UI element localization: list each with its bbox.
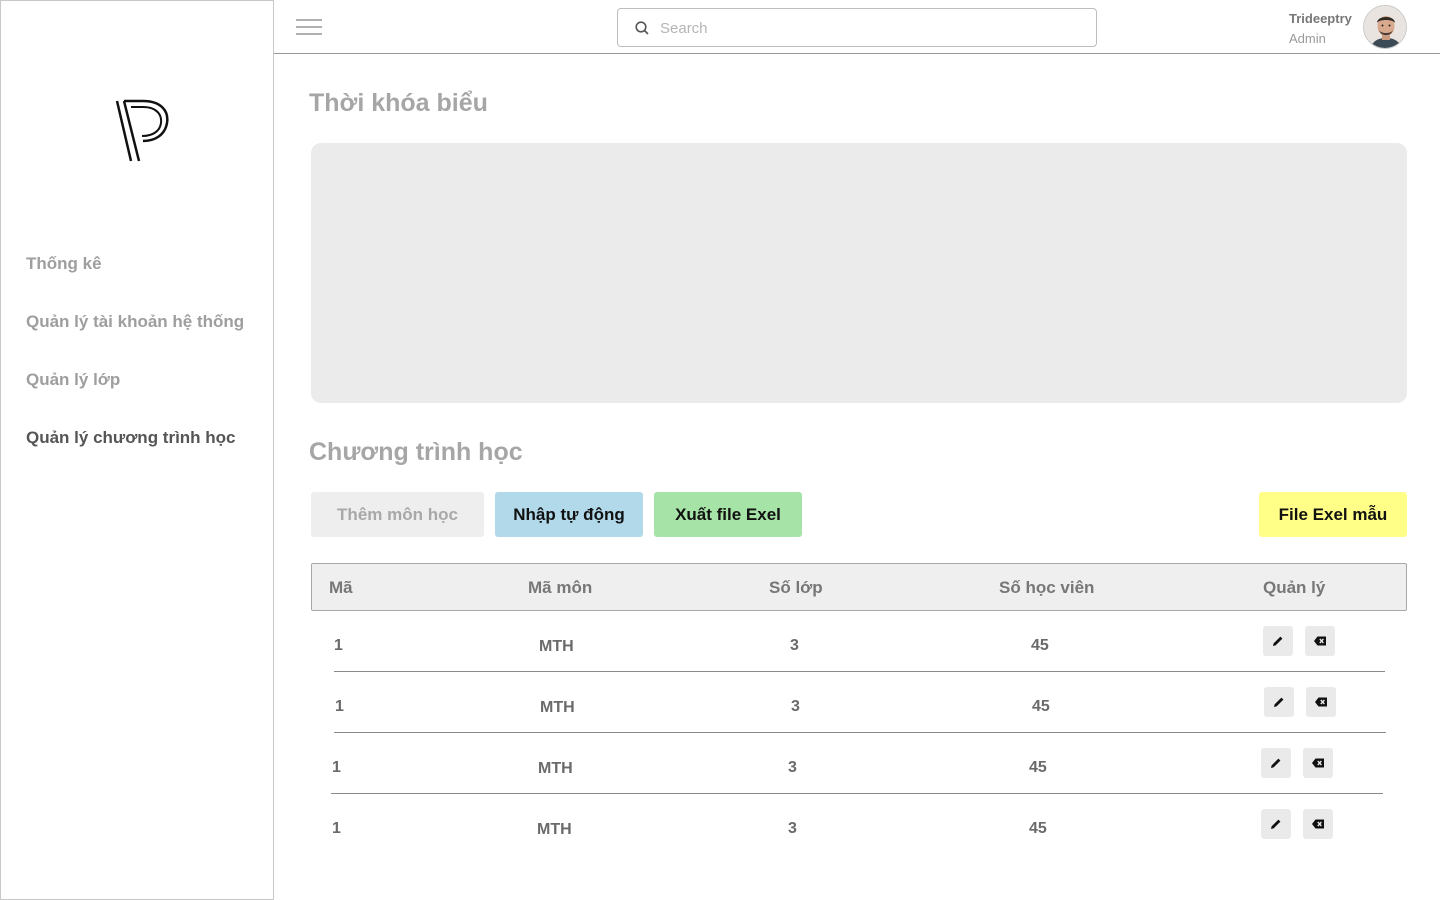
p-logo-icon[interactable] <box>113 99 171 163</box>
backspace-delete-icon[interactable] <box>1303 748 1333 778</box>
user-role: Admin <box>1289 31 1326 46</box>
row-students: 45 <box>1032 698 1050 715</box>
row-id: 1 <box>335 698 344 715</box>
search-input[interactable] <box>660 17 1080 39</box>
row-divider <box>334 671 1385 672</box>
table-header: Mã Mã môn Số lớp Số học viên Quản lý <box>311 563 1407 611</box>
row-id: 1 <box>334 637 343 654</box>
add-subject-button[interactable]: Thêm môn học <box>311 492 484 537</box>
row-id: 1 <box>332 759 341 776</box>
pencil-icon[interactable] <box>1261 809 1291 839</box>
export-excel-button[interactable]: Xuất file Exel <box>654 492 802 537</box>
pencil-icon[interactable] <box>1261 748 1291 778</box>
row-code: MTH <box>539 638 574 655</box>
sidebar: Thống kê Quản lý tài khoản hệ thống Quản… <box>0 0 274 900</box>
row-divider <box>331 793 1383 794</box>
search-icon <box>635 21 649 35</box>
avatar[interactable] <box>1363 5 1407 49</box>
column-header-students[interactable]: Số học viên <box>999 578 1094 598</box>
column-header-id[interactable]: Mã <box>329 578 353 598</box>
backspace-delete-icon[interactable] <box>1306 687 1336 717</box>
row-classes: 3 <box>788 820 797 837</box>
pencil-icon[interactable] <box>1263 626 1293 656</box>
row-classes: 3 <box>788 759 797 776</box>
top-bar: Trideeptry Admin <box>274 0 1440 54</box>
pencil-icon[interactable] <box>1264 687 1294 717</box>
sidebar-item-accounts[interactable]: Quản lý tài khoản hệ thống <box>26 312 244 332</box>
auto-import-button[interactable]: Nhập tự động <box>495 492 643 537</box>
template-excel-button[interactable]: File Exel mẫu <box>1259 492 1407 537</box>
user-name: Trideeptry <box>1289 11 1352 26</box>
row-students: 45 <box>1029 759 1047 776</box>
backspace-delete-icon[interactable] <box>1303 809 1333 839</box>
search-box[interactable] <box>617 8 1097 47</box>
program-title: Chương trình học <box>309 438 523 466</box>
row-students: 45 <box>1031 637 1049 654</box>
row-classes: 3 <box>790 637 799 654</box>
row-code: MTH <box>537 821 572 838</box>
timetable-panel <box>311 143 1407 403</box>
sidebar-item-classes[interactable]: Quản lý lớp <box>26 370 120 390</box>
column-header-manage[interactable]: Quản lý <box>1263 578 1325 598</box>
sidebar-item-statistics[interactable]: Thống kê <box>26 254 102 274</box>
row-students: 45 <box>1029 820 1047 837</box>
row-id: 1 <box>332 820 341 837</box>
hamburger-icon[interactable] <box>296 19 322 35</box>
row-classes: 3 <box>791 698 800 715</box>
sidebar-item-programs[interactable]: Quản lý chương trình học <box>26 428 236 448</box>
backspace-delete-icon[interactable] <box>1305 626 1335 656</box>
row-code: MTH <box>538 760 573 777</box>
row-code: MTH <box>540 699 575 716</box>
timetable-title: Thời khóa biểu <box>309 89 488 117</box>
row-divider <box>334 732 1386 733</box>
column-header-code[interactable]: Mã môn <box>528 578 592 598</box>
column-header-classes[interactable]: Số lớp <box>769 578 823 598</box>
